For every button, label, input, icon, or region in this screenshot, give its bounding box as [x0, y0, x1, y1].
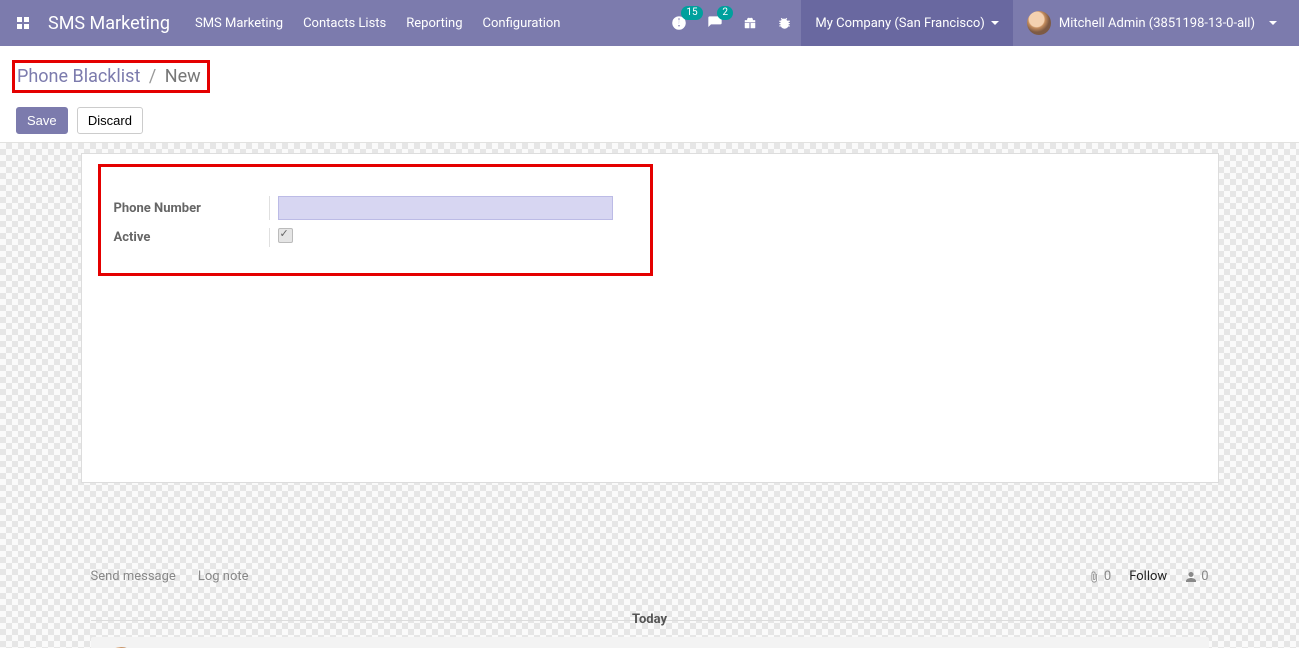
navbar: SMS Marketing SMS Marketing Contacts Lis… [0, 0, 1299, 46]
attachments-count[interactable]: 0 [1088, 569, 1111, 584]
breadcrumb-current: New [165, 66, 201, 87]
discuss-icon[interactable]: 2 [697, 0, 733, 46]
company-switcher[interactable]: My Company (San Francisco) [801, 0, 1012, 46]
user-name: Mitchell Admin (3851198-13-0-all) [1059, 16, 1255, 31]
user-avatar [1027, 11, 1051, 35]
discuss-count: 2 [717, 6, 733, 20]
label-phone-number: Phone Number [114, 201, 269, 216]
nav-item-contacts-lists[interactable]: Contacts Lists [293, 0, 396, 46]
nav-menu: SMS Marketing Contacts Lists Reporting C… [185, 0, 571, 46]
nav-item-configuration[interactable]: Configuration [473, 0, 571, 46]
control-panel: Phone Blacklist / New Save Discard [0, 46, 1299, 143]
caret-down-icon [1269, 21, 1277, 25]
apps-icon[interactable] [0, 0, 46, 46]
follow-button[interactable]: Follow [1129, 569, 1167, 584]
input-phone-number[interactable] [278, 196, 613, 220]
checkbox-active[interactable] [278, 228, 293, 243]
main-content: Phone Number Active Send m [0, 143, 1299, 648]
message-separator: Today [91, 612, 1209, 627]
breadcrumb: Phone Blacklist / New [16, 54, 210, 103]
user-menu[interactable]: Mitchell Admin (3851198-13-0-all) [1013, 0, 1291, 46]
followers-count[interactable]: 0 [1185, 569, 1208, 584]
nav-item-reporting[interactable]: Reporting [396, 0, 472, 46]
user-icon [1185, 571, 1197, 583]
discard-button[interactable]: Discard [77, 107, 143, 134]
gift-icon[interactable] [733, 0, 767, 46]
send-message-button[interactable]: Send message [91, 569, 176, 584]
form-sheet: Phone Number Active [81, 153, 1219, 483]
bug-icon[interactable] [767, 0, 801, 46]
company-name: My Company (San Francisco) [815, 16, 984, 31]
app-brand[interactable]: SMS Marketing [46, 13, 185, 34]
activity-icon[interactable]: 15 [661, 0, 697, 46]
nav-item-sms-marketing[interactable]: SMS Marketing [185, 0, 293, 46]
chatter: Send message Log note 0 Follow 0 Today [81, 559, 1219, 648]
message-item: YourCompany, Mitchell Admin - now Creati… [91, 637, 1209, 648]
label-active: Active [114, 230, 269, 245]
breadcrumb-parent[interactable]: Phone Blacklist [17, 66, 140, 87]
save-button[interactable]: Save [16, 107, 68, 134]
paperclip-icon [1088, 571, 1100, 583]
caret-down-icon [991, 21, 999, 25]
log-note-button[interactable]: Log note [198, 569, 249, 584]
